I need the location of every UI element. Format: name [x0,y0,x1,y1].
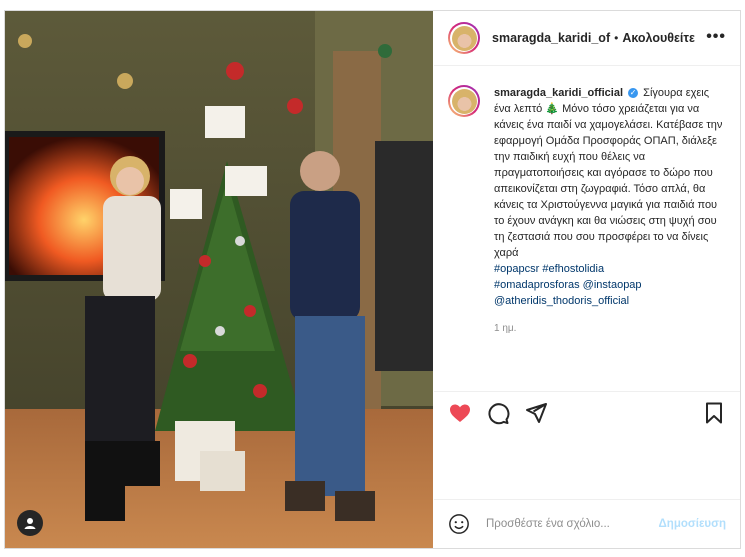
post-photo[interactable] [5,11,433,548]
caption-avatar[interactable] [448,85,480,117]
hashtag-link[interactable]: #efhostolidia [542,263,604,275]
post-header: smaragda_karidi_of • Ακολουθείτε ••• [434,11,740,66]
mention-link[interactable]: @atheridis_thodoris_official [494,295,629,307]
hashtag-link[interactable]: #opapcsr [494,263,539,275]
post-actions [434,391,740,436]
emoji-icon[interactable] [448,513,470,535]
post-caption: smaragda_karidi_official ✓ Σίγουρα εχεις… [448,85,728,337]
mention-link[interactable]: @instaopap [583,279,642,291]
caption-text: Σίγουρα εχεις ένα λεπτό 🎄 Μόνο τόσο χρει… [494,87,723,259]
header-separator: • [614,31,619,45]
bookmark-icon[interactable] [702,401,726,425]
heart-icon[interactable] [448,401,472,425]
comment-input[interactable]: Προσθέστε ένα σχόλιο... [486,518,646,530]
post-side-panel: smaragda_karidi_of • Ακολουθείτε ••• sma… [434,11,740,548]
following-button[interactable]: Ακολουθείτε [622,31,695,45]
share-icon[interactable] [524,401,548,425]
caption-username[interactable]: smaragda_karidi_official [494,87,623,99]
post-comment-button[interactable]: Δημοσίευση [659,518,726,530]
instagram-post: smaragda_karidi_of • Ακολουθείτε ••• sma… [4,10,741,549]
post-time[interactable]: 1 ημ. [494,321,728,337]
verified-badge-icon: ✓ [628,88,639,99]
user-tag-icon[interactable] [17,510,43,536]
hashtag-link[interactable]: #omadaprosforas [494,279,580,291]
avatar[interactable] [448,22,480,54]
christmas-tree-photo [5,11,433,548]
comment-icon[interactable] [486,401,510,425]
header-username[interactable]: smaragda_karidi_of [492,31,610,45]
more-options-icon[interactable]: ••• [706,28,726,46]
comment-bar: Προσθέστε ένα σχόλιο... Δημοσίευση [434,499,740,548]
